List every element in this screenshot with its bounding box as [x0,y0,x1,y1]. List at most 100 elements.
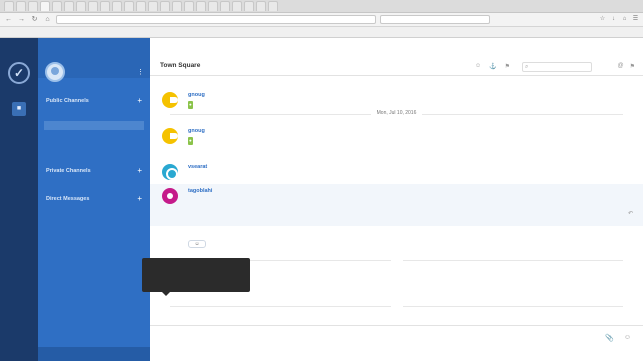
reaction-button[interactable]: ☺ [188,240,206,248]
channel-header: Town Square ☺ ⚓ ⚑ @ ⚑ [150,38,643,76]
browser-tab[interactable] [148,1,158,11]
message-author[interactable]: tagoblahi [188,188,216,194]
browser-tab[interactable] [124,1,134,11]
browser-tab[interactable] [244,1,254,11]
section-private-channels: Private Channels [46,168,91,174]
browser-tab[interactable] [28,1,38,11]
flag-icon[interactable]: ⚑ [630,63,635,70]
search-input[interactable] [522,62,592,72]
sidebar-item-channel[interactable] [44,110,144,119]
add-private-channel-icon[interactable]: + [137,167,142,175]
date-label: Mon, Jul 10, 2016 [370,110,423,116]
avatar[interactable] [45,62,65,82]
menu-icon[interactable]: ☰ [632,16,639,23]
message-input[interactable] [162,332,582,344]
highlighted-message-row [150,184,643,226]
date-label [390,256,403,262]
menu-icon[interactable]: ⋮ [137,68,144,76]
app-window: ✓ ■ ⋮ Public Channels + Private Channels… [0,38,643,361]
url-bar[interactable] [56,15,376,24]
mention-icon[interactable]: @ [618,63,624,70]
browser-tab[interactable] [136,1,146,11]
download-icon[interactable]: ↓ [610,16,617,23]
section-direct-messages: Direct Messages [46,196,90,202]
sidebar-footer[interactable] [38,347,150,361]
emoji-icon: ● [188,101,193,109]
browser-tab[interactable] [196,1,206,11]
browser-tab[interactable] [16,1,26,11]
message-author[interactable]: vsearat [188,164,211,170]
channel-tools: ☺ ⚓ ⚑ [475,63,510,70]
browser-tab[interactable] [4,1,14,11]
browser-tab[interactable] [220,1,230,11]
browser-tab[interactable] [208,1,218,11]
section-public-channels: Public Channels [46,98,89,104]
message-text: ● [188,283,628,291]
browser-tab[interactable] [268,1,278,11]
browser-search-bar[interactable] [380,15,490,24]
author-name[interactable]: vsearat [188,164,207,170]
back-icon[interactable]: ← [4,15,13,24]
composer-icons: 📎 ☺ [605,334,631,342]
browser-tab[interactable] [172,1,182,11]
attach-icon[interactable]: 📎 [605,334,614,342]
browser-tab[interactable] [256,1,266,11]
add-direct-message-icon[interactable]: + [137,195,142,203]
reload-icon[interactable]: ↻ [30,15,39,24]
date-separator: Mon, Jul 10, 2016 [150,110,643,118]
message-composer: 📎 ☺ [150,325,643,361]
browser-tab[interactable] [52,1,62,11]
home-icon[interactable]: ⌂ [621,16,628,23]
browser-tab[interactable] [160,1,170,11]
browser-tab[interactable] [88,1,98,11]
team-logo-icon[interactable]: ✓ [8,62,30,84]
team-switcher[interactable]: ■ [12,102,26,116]
sidebar-item-town-square[interactable] [44,121,144,130]
avatar[interactable] [162,188,178,204]
date-separator [150,302,643,310]
tooltip [142,258,250,296]
author-name[interactable]: gnoug [188,128,205,134]
browser-tab[interactable] [232,1,242,11]
emoji-icon[interactable]: ☺ [624,334,631,342]
pin-icon[interactable]: ⚓ [489,63,496,70]
browser-tab[interactable] [76,1,86,11]
browser-tab[interactable] [112,1,122,11]
emoji-icon: ● [188,137,193,145]
browser-nav-bar: ← → ↻ ⌂ ☆ ↓ ⌂ ☰ [0,13,643,27]
browser-tab[interactable] [40,1,50,11]
sidebar-item-dm[interactable] [44,210,144,219]
browser-toolbar-icons: ☆ ↓ ⌂ ☰ [599,16,639,23]
browser-tab[interactable] [100,1,110,11]
date-label [390,302,403,308]
sidebar-header: ⋮ [38,38,150,82]
browser-tab[interactable] [184,1,194,11]
reply-icon[interactable]: ↶ [628,210,633,217]
team-rail: ✓ ■ [0,38,38,361]
forward-icon[interactable]: → [17,15,26,24]
message-text: ● [188,101,628,109]
sidebar-item-dm[interactable] [44,249,144,258]
flag-icon[interactable]: ⚑ [505,63,510,70]
home-icon[interactable]: ⌂ [43,15,52,24]
add-channel-icon[interactable]: + [137,97,142,105]
bookmark-star-icon[interactable]: ☆ [599,16,606,23]
avatar[interactable] [162,92,178,108]
sidebar-item-dm[interactable] [44,223,144,232]
sidebar-item-dm[interactable] [44,262,144,271]
members-icon[interactable]: ☺ [475,63,481,70]
browser-tab-bar [0,0,643,13]
sidebar: ⋮ Public Channels + Private Channels + D… [38,38,150,361]
avatar[interactable] [162,164,178,180]
message-author[interactable]: gnoug [188,128,209,134]
message-author[interactable]: gnoug [188,92,209,98]
header-right-icons: @ ⚑ [618,63,635,70]
message-list: gnoug ● Mon, Jul 10, 2016 gnoug ● vseara… [150,76,643,361]
browser-tab[interactable] [64,1,74,11]
author-name[interactable]: gnoug [188,92,205,98]
avatar[interactable] [162,128,178,144]
message-text: ● [188,137,628,145]
sidebar-item-dm[interactable] [44,236,144,245]
channel-title[interactable]: Town Square [160,62,200,69]
author-name[interactable]: tagoblahi [188,188,212,194]
